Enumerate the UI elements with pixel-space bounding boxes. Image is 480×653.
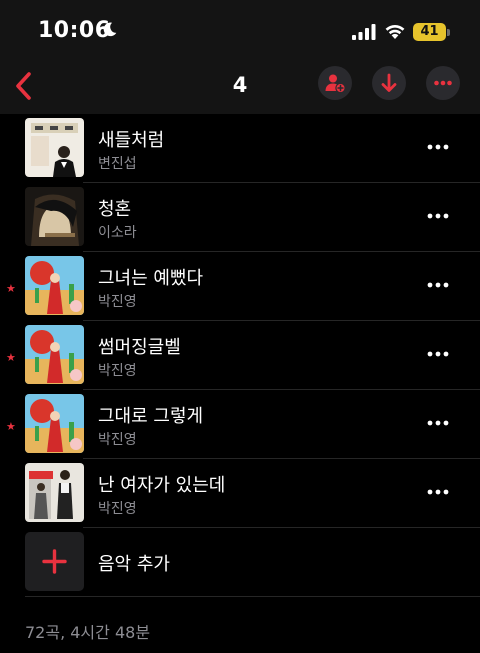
- add-music-row[interactable]: 음악 추가: [0, 528, 480, 597]
- ellipsis-icon: [434, 80, 452, 86]
- add-music-label: 음악 추가: [98, 554, 170, 575]
- status-bar: 10:06 41: [0, 0, 480, 64]
- song-list: 새들처럼 변진섭 청혼 이소라 ★ 그녀는 예뻤다 박진영 ★ 썸머징글벨 박진…: [0, 114, 480, 597]
- download-button[interactable]: [372, 66, 406, 100]
- song-title: 청혼: [98, 199, 132, 220]
- playlist-summary: 72곡, 4시간 48분: [25, 623, 151, 642]
- album-art: [25, 463, 84, 522]
- ellipsis-icon[interactable]: [424, 139, 452, 155]
- battery-tip: [447, 29, 450, 36]
- song-row[interactable]: 새들처럼 변진섭: [0, 114, 480, 183]
- song-artist: 이소라: [98, 225, 137, 241]
- song-artist: 박진영: [98, 432, 137, 448]
- ellipsis-icon[interactable]: [424, 346, 452, 362]
- song-title: 새들처럼: [98, 130, 165, 151]
- song-title: 그대로 그렇게: [98, 406, 204, 427]
- favorite-star-icon: ★: [6, 282, 16, 295]
- song-row[interactable]: ★ 그대로 그렇게 박진영: [0, 390, 480, 459]
- song-row[interactable]: 난 여자가 있는데 박진영: [0, 459, 480, 528]
- song-title: 썸머징글벨: [98, 337, 181, 358]
- album-art: [25, 394, 84, 453]
- chevron-left-icon[interactable]: [10, 68, 38, 104]
- divider: [25, 596, 480, 597]
- add-music-tile[interactable]: [25, 532, 84, 591]
- nav-bar: 4: [0, 64, 480, 114]
- ellipsis-icon[interactable]: [424, 415, 452, 431]
- favorite-star-icon: ★: [6, 420, 16, 433]
- plus-icon: [42, 549, 67, 574]
- signal-icon: [352, 24, 376, 40]
- song-row[interactable]: ★ 썸머징글벨 박진영: [0, 321, 480, 390]
- moon-icon: [103, 22, 117, 37]
- song-title: 난 여자가 있는데: [98, 475, 226, 496]
- add-collaborator-button[interactable]: [318, 66, 352, 100]
- song-title: 그녀는 예뻤다: [98, 268, 204, 289]
- song-artist: 변진섭: [98, 156, 137, 172]
- album-art: [25, 118, 84, 177]
- song-artist: 박진영: [98, 363, 137, 379]
- more-options-button[interactable]: [426, 66, 460, 100]
- song-row[interactable]: 청혼 이소라: [0, 183, 480, 252]
- download-icon: [381, 73, 397, 92]
- wifi-icon: [385, 24, 405, 39]
- song-artist: 박진영: [98, 501, 137, 517]
- add-person-icon: [325, 74, 346, 94]
- album-art: [25, 256, 84, 315]
- song-row[interactable]: ★ 그녀는 예뻤다 박진영: [0, 252, 480, 321]
- album-art: [25, 325, 84, 384]
- ellipsis-icon[interactable]: [424, 277, 452, 293]
- status-time: 10:06: [38, 18, 111, 43]
- favorite-star-icon: ★: [6, 351, 16, 364]
- album-art: [25, 187, 84, 246]
- battery-icon: 41: [413, 23, 446, 41]
- ellipsis-icon[interactable]: [424, 484, 452, 500]
- song-artist: 박진영: [98, 294, 137, 310]
- playlist-title: 4: [232, 73, 248, 97]
- ellipsis-icon[interactable]: [424, 208, 452, 224]
